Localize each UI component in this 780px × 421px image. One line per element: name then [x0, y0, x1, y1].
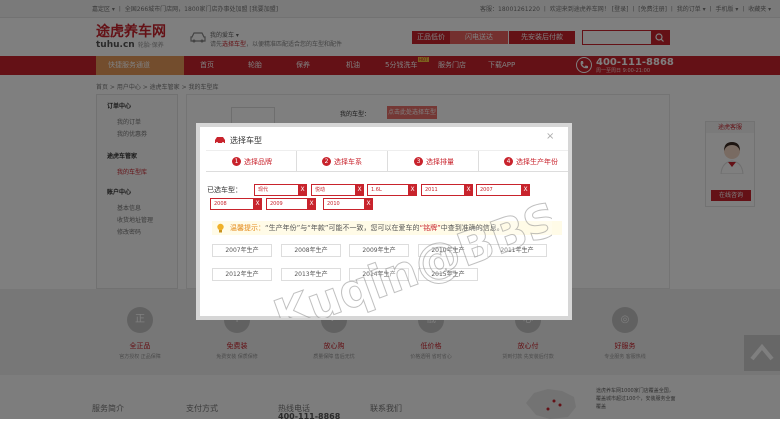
- selected-tag-year: 2007 X: [476, 184, 530, 196]
- year-option[interactable]: 2008年生产: [281, 244, 341, 257]
- year-option[interactable]: 2009年生产: [349, 244, 409, 257]
- selected-tag-year: 2011 X: [421, 184, 473, 196]
- selected-tag-series: 悦动 X: [311, 184, 364, 196]
- year-option[interactable]: 2012年生产: [212, 268, 272, 281]
- car-icon: [215, 137, 225, 144]
- remove-tag-button[interactable]: X: [408, 184, 417, 196]
- step-series[interactable]: 2 选择车系: [322, 156, 362, 168]
- step-brand[interactable]: 1 选择品牌: [232, 156, 272, 168]
- step-divider: [478, 151, 479, 172]
- year-option[interactable]: 2011年生产: [487, 244, 547, 257]
- year-option[interactable]: 2013年生产: [281, 268, 341, 281]
- remove-tag-button[interactable]: X: [364, 198, 373, 210]
- step-year[interactable]: 4 选择生产年份: [504, 156, 558, 168]
- dialog-body: 选择车型 × 1 选择品牌 2 选择车系 3 选择排量 4 选择生产年份 已选车型： 现…: [200, 127, 568, 316]
- year-option[interactable]: 2015年生产: [418, 268, 478, 281]
- selected-tag-year: 2008 X: [210, 198, 262, 210]
- selected-tag-year: 2009 X: [266, 198, 316, 210]
- year-option[interactable]: 2014年生产: [349, 268, 409, 281]
- remove-tag-button[interactable]: X: [521, 184, 530, 196]
- step-displacement[interactable]: 3 选择排量: [414, 156, 454, 168]
- remove-tag-button[interactable]: X: [298, 184, 307, 196]
- remove-tag-button[interactable]: X: [253, 198, 262, 210]
- selected-tag-year: 2010 X: [323, 198, 373, 210]
- dialog-title: 选择车型: [230, 136, 262, 145]
- remove-tag-button[interactable]: X: [355, 184, 364, 196]
- step-divider: [296, 151, 297, 172]
- year-option[interactable]: 2007年生产: [212, 244, 272, 257]
- nameplate-highlight: “铭牌”: [419, 224, 441, 232]
- selected-tag-displacement: 1.6L X: [367, 184, 417, 196]
- selected-model-label: 已选车型：: [207, 186, 242, 194]
- selected-tag-brand: 现代 X: [254, 184, 307, 196]
- close-icon[interactable]: ×: [546, 132, 554, 142]
- tip-label: 温馨提示：: [230, 224, 265, 232]
- tip-bar: 温馨提示：“生产年份”与“年款”可能不一致，您可以在爱车的“铭牌”中查到准确的信…: [212, 221, 562, 235]
- step-divider: [387, 151, 388, 172]
- remove-tag-button[interactable]: X: [307, 198, 316, 210]
- year-option[interactable]: 2010年生产: [418, 244, 478, 257]
- step-indicator: 1 选择品牌 2 选择车系 3 选择排量 4 选择生产年份: [206, 150, 568, 172]
- lightbulb-icon: [217, 223, 224, 233]
- remove-tag-button[interactable]: X: [464, 184, 473, 196]
- select-car-dialog: 选择车型 × 1 选择品牌 2 选择车系 3 选择排量 4 选择生产年份 已选车型： 现…: [196, 123, 572, 320]
